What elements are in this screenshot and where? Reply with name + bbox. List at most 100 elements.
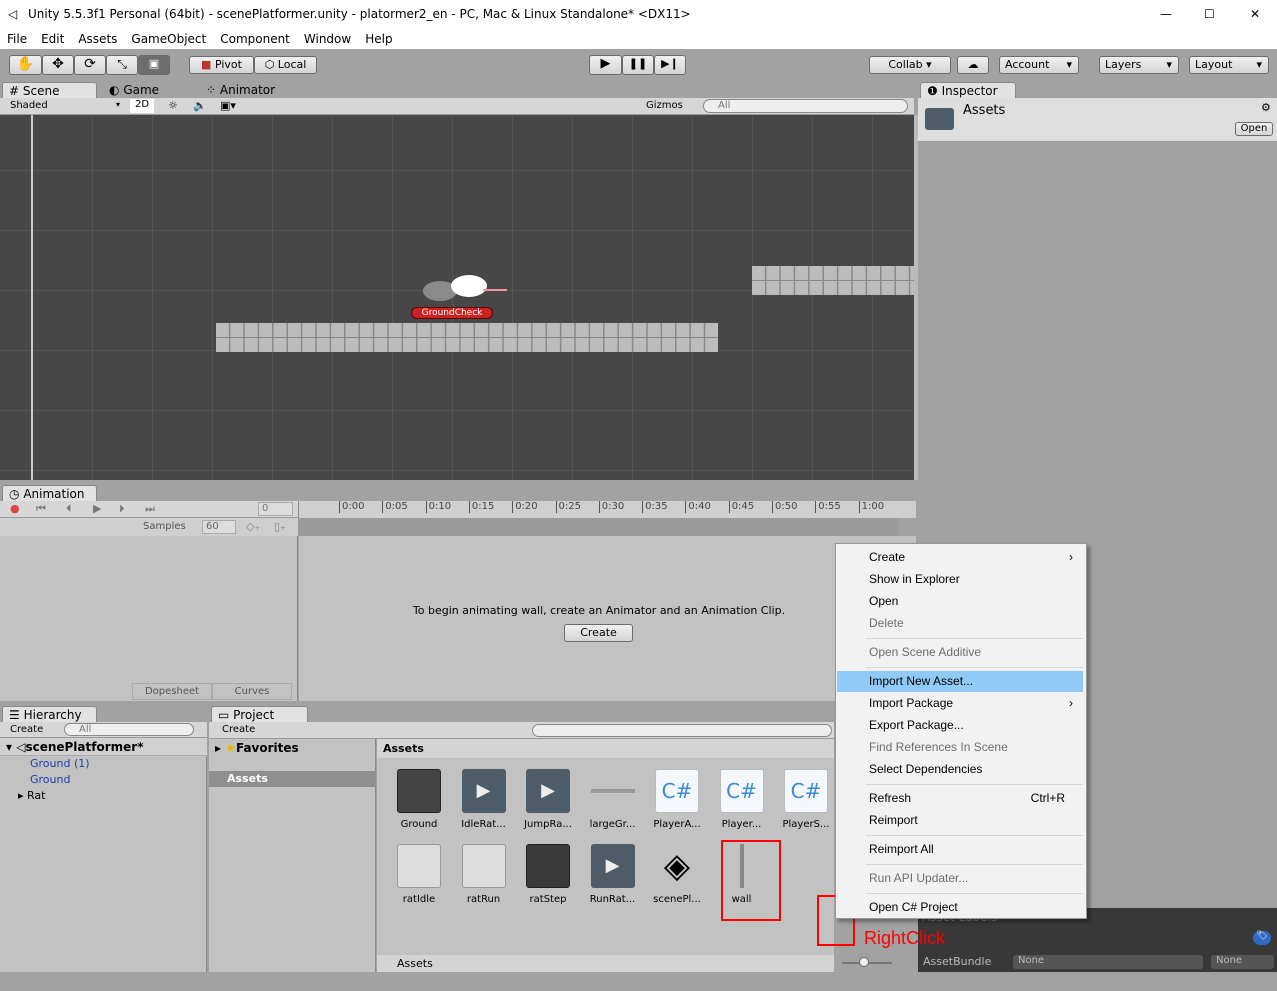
account-dropdown[interactable]: Account ▾ [999, 56, 1079, 74]
project-create-dropdown[interactable]: Create [222, 724, 255, 735]
timeline-ruler[interactable]: 0:00 0:05 0:10 0:15 0:20 0:25 0:30 0:35 0:40 0:45… [298, 501, 916, 518]
asset-item[interactable]: ▶ IdleRat... [454, 769, 514, 830]
record-button[interactable]: ● [10, 502, 20, 515]
prev-key-button[interactable]: ⏴ [66, 502, 72, 516]
menu-item-delete[interactable]: Delete [837, 613, 1083, 634]
hierarchy-search-input[interactable]: All [64, 723, 194, 736]
audio-toggle-icon[interactable]: 🔈 [193, 99, 207, 112]
play-anim-button[interactable]: ▶ [93, 502, 101, 515]
menu-item-open[interactable]: Open [837, 591, 1083, 612]
menu-item-refresh[interactable]: Refresh Ctrl+R [837, 788, 1083, 809]
2d-toggle[interactable]: 2D [130, 99, 154, 113]
scene-root[interactable]: ▾ ◁scenePlatformer* [0, 738, 207, 756]
menu-item-import-package[interactable]: Import Package › [837, 693, 1083, 714]
asset-item[interactable]: C# PlayerS... [776, 769, 836, 830]
menu-item-open-c-project[interactable]: Open C# Project [837, 897, 1083, 918]
tab-animation[interactable]: ◷ Animation [2, 485, 97, 501]
asset-item[interactable]: ratIdle [389, 844, 449, 905]
menu-window[interactable]: Window [297, 29, 358, 49]
asset-item[interactable]: C# PlayerA... [647, 769, 707, 830]
curves-tab[interactable]: Curves [212, 683, 292, 700]
samples-input[interactable]: 60 [202, 520, 236, 534]
label-tag-icon[interactable]: 🏷 [1253, 931, 1271, 945]
asset-item[interactable]: Ground [389, 769, 449, 830]
assetbundle-dropdown[interactable]: None [1013, 955, 1203, 969]
next-key-button[interactable]: ⏵ [119, 502, 125, 516]
menu-gameobject[interactable]: GameObject [124, 29, 213, 49]
layout-dropdown[interactable]: Layout ▾ [1189, 56, 1269, 74]
local-button[interactable]: ⬡ Local [254, 56, 317, 74]
last-key-button[interactable]: ⏭ [145, 502, 155, 516]
tab-scene[interactable]: # Scene [2, 82, 97, 98]
menu-component[interactable]: Component [213, 29, 297, 49]
tab-animator[interactable]: ⁘ Animator [200, 82, 300, 98]
first-key-button[interactable]: ⏮ [36, 502, 46, 516]
rotate-tool-button[interactable]: ⟳ [74, 55, 106, 75]
dopesheet-tab[interactable]: Dopesheet [132, 683, 212, 700]
scene-scrollbar[interactable] [914, 115, 918, 480]
icon-size-slider-handle[interactable] [859, 957, 869, 967]
scene-search-input[interactable]: All [703, 99, 908, 113]
menu-item-show-in-explorer[interactable]: Show in Explorer [837, 569, 1083, 590]
layers-dropdown[interactable]: Layers ▾ [1099, 56, 1179, 74]
assets-folder-item[interactable]: Assets [209, 771, 376, 787]
pivot-button[interactable]: ■ Pivot [189, 56, 254, 74]
asset-item[interactable]: largeGr... [583, 769, 643, 830]
lighting-toggle-icon[interactable]: ☼ [168, 99, 178, 112]
gear-icon[interactable]: ⚙ [1261, 101, 1271, 114]
asset-item[interactable]: ◈ scenePl... [647, 844, 707, 905]
hierarchy-item[interactable]: Ground [30, 773, 70, 786]
menu-item-select-dependencies[interactable]: Select Dependencies [837, 759, 1083, 780]
menu-item-find-references-in-scene[interactable]: Find References In Scene [837, 737, 1083, 758]
scene-view[interactable]: GroundCheck [0, 115, 914, 480]
rat-sprite[interactable] [423, 273, 507, 303]
add-event-button[interactable]: ▯₊ [274, 520, 286, 533]
create-animation-button[interactable]: Create [564, 624, 633, 642]
menu-item-reimport[interactable]: Reimport [837, 810, 1083, 831]
tab-project[interactable]: ▭ Project [211, 706, 308, 722]
asset-item[interactable]: ▶ RunRat... [583, 844, 643, 905]
maximize-button[interactable]: ☐ [1204, 0, 1215, 28]
tab-hierarchy[interactable]: ☰ Hierarchy [2, 706, 97, 722]
pause-button[interactable]: ❚❚ [622, 55, 654, 75]
shading-dropdown[interactable]: Shaded [10, 100, 48, 111]
menu-item-export-package[interactable]: Export Package... [837, 715, 1083, 736]
favorites-item[interactable]: ▸ ★Favorites [215, 741, 299, 755]
open-button[interactable]: Open [1235, 122, 1273, 136]
move-tool-button[interactable]: ✥ [42, 55, 74, 75]
project-search-input[interactable] [532, 724, 832, 737]
asset-item[interactable]: ratRun [454, 844, 514, 905]
close-button[interactable]: ✕ [1250, 0, 1260, 28]
effects-toggle-icon[interactable]: ▣▾ [220, 99, 236, 112]
assetbundle-variant-dropdown[interactable]: None [1211, 955, 1274, 969]
ground-platform-1[interactable] [752, 266, 914, 295]
menu-edit[interactable]: Edit [34, 29, 71, 49]
asset-item[interactable]: ratStep [518, 844, 578, 905]
minimize-button[interactable]: — [1160, 0, 1172, 28]
rect-tool-button[interactable]: ▣ [138, 55, 170, 75]
menu-item-create[interactable]: Create › [837, 547, 1083, 568]
tab-inspector[interactable]: ❶ Inspector [920, 82, 1016, 98]
hierarchy-item[interactable]: ▸ Rat [18, 789, 46, 802]
asset-item[interactable]: C# Player... [712, 769, 772, 830]
collab-button[interactable]: Collab ▾ [869, 56, 951, 74]
scale-tool-button[interactable]: ⤡ [106, 55, 138, 75]
play-button[interactable]: ▶ [589, 55, 622, 75]
menu-file[interactable]: File [0, 29, 34, 49]
ground-platform[interactable] [216, 323, 718, 352]
add-keyframe-button[interactable]: ◇₊ [246, 520, 260, 533]
asset-item[interactable]: ▶ JumpRa... [518, 769, 578, 830]
hierarchy-item[interactable]: Ground (1) [30, 757, 90, 770]
menu-item-import-new-asset[interactable]: Import New Asset... [837, 671, 1083, 692]
menu-assets[interactable]: Assets [71, 29, 124, 49]
menu-item-reimport-all[interactable]: Reimport All [837, 839, 1083, 860]
menu-help[interactable]: Help [358, 29, 399, 49]
tab-game[interactable]: ◐ Game [103, 82, 193, 98]
step-button[interactable]: ▶❙ [654, 55, 686, 75]
menu-item-open-scene-additive[interactable]: Open Scene Additive [837, 642, 1083, 663]
frame-input[interactable]: 0 [258, 502, 293, 516]
gizmos-dropdown[interactable]: Gizmos [646, 100, 683, 111]
cloud-button[interactable]: ☁ [957, 56, 989, 74]
hierarchy-create-dropdown[interactable]: Create [10, 724, 43, 735]
menu-item-run-api-updater[interactable]: Run API Updater... [837, 868, 1083, 889]
